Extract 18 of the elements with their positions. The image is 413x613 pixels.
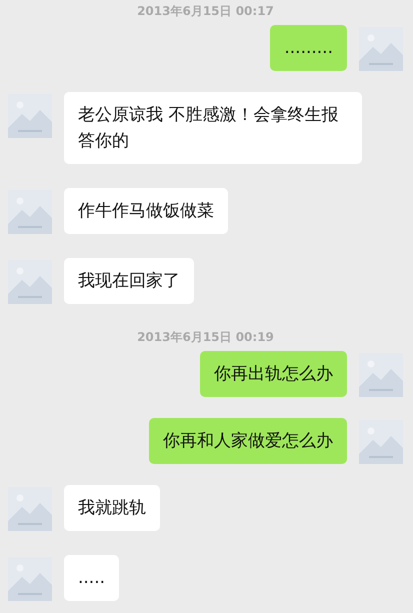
image-placeholder-icon bbox=[359, 353, 403, 397]
received-message-bubble: 我就跳轨 bbox=[64, 485, 160, 531]
image-placeholder-icon bbox=[359, 27, 403, 71]
sent-message-bubble: 你再出轨怎么办 bbox=[200, 351, 347, 397]
image-placeholder-icon bbox=[8, 260, 52, 304]
image-placeholder-icon bbox=[8, 94, 52, 138]
received-message-bubble: 我现在回家了 bbox=[64, 258, 194, 304]
image-placeholder-icon bbox=[8, 557, 52, 601]
image-placeholder-icon bbox=[8, 487, 52, 531]
image-placeholder-icon bbox=[8, 190, 52, 234]
received-message-bubble: 作牛作马做饭做菜 bbox=[64, 188, 228, 234]
timestamp: 2013年6月15日 00:19 bbox=[136, 329, 275, 346]
sent-message-bubble: 你再和人家做爱怎么办 bbox=[149, 418, 347, 464]
received-message-bubble: ..... bbox=[64, 555, 120, 601]
image-placeholder-icon bbox=[359, 420, 403, 464]
timestamp: 2013年6月15日 00:17 bbox=[136, 3, 275, 20]
sent-message-bubble: ......... bbox=[270, 25, 347, 71]
received-message-bubble: 老公原谅我 不胜感激！会拿终生报答你的 bbox=[64, 92, 362, 164]
